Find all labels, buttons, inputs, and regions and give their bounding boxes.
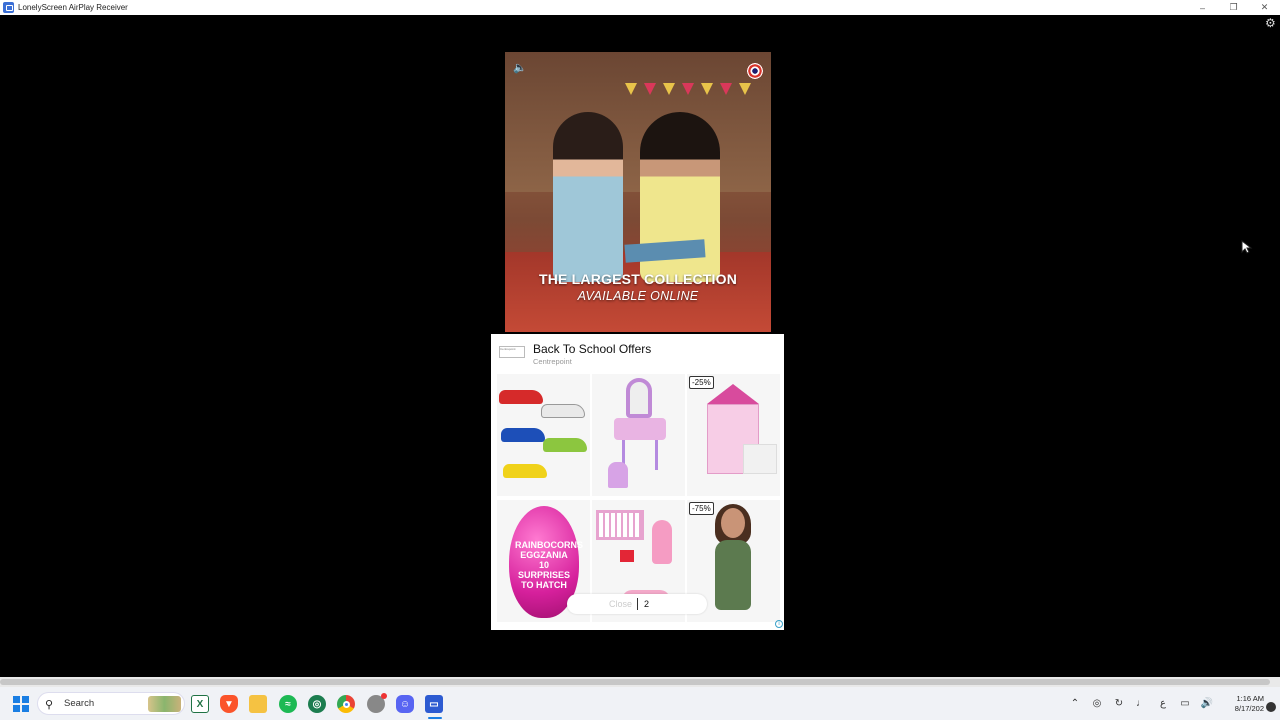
yellow-car (503, 464, 547, 478)
active-app-indicator (428, 717, 442, 719)
video-ad[interactable]: 🔈 THE LARGEST COLLECTION AVAILABLE ONLIN… (505, 52, 771, 332)
excel-icon[interactable]: X (191, 695, 209, 713)
offers-card[interactable]: Centrepoint Back To School Offers Centre… (491, 334, 784, 630)
advertiser-logo: Centrepoint (499, 346, 525, 358)
brand-badge-icon (747, 63, 763, 79)
chrome-icon[interactable] (337, 695, 355, 713)
discount-badge: -75% (689, 502, 714, 515)
swimsuit-figure (715, 540, 751, 610)
chrome-profile-icon[interactable] (367, 693, 387, 713)
file-explorer-icon[interactable] (249, 695, 267, 713)
sync-icon[interactable]: ↻ (1108, 698, 1130, 709)
model-head (721, 508, 745, 538)
search-icon: ⚲ (45, 698, 54, 711)
surprise-egg-text: RAINBOCORNS EGGZANIA 10 SURPRISES TO HAT… (515, 540, 584, 590)
taskbar: ⚲ Search X ▼ ≈ ◎ ☺ ▭ ⌃ ◎ ↻ ♩ ع ▭ 🔊 1:16 … (0, 687, 1280, 720)
video-headline: THE LARGEST COLLECTION (538, 271, 738, 287)
volume-icon[interactable]: 🔊 (1196, 698, 1218, 709)
advertiser-name: Centrepoint (533, 357, 572, 366)
taskbar-search[interactable]: ⚲ Search (37, 692, 185, 715)
doll-figure (652, 520, 672, 564)
video-background (505, 52, 771, 192)
discord-icon[interactable]: ☺ (396, 695, 414, 713)
blue-car (501, 428, 545, 442)
mouse-pointer-icon (1241, 240, 1253, 254)
network-icon[interactable]: ▭ (1174, 698, 1196, 709)
video-subheadline: AVAILABLE ONLINE (577, 289, 699, 303)
product-grid: -25% RAINBOCORNS EGGZANIA 10 SURPRISES T… (497, 374, 780, 622)
close-ad-control[interactable]: Close 2 (567, 594, 707, 614)
offers-title[interactable]: Back To School Offers (533, 342, 651, 356)
windows-start-icon[interactable] (13, 696, 29, 712)
close-separator (637, 598, 638, 610)
notification-icon[interactable] (1266, 702, 1276, 712)
vanity-stool (608, 462, 628, 488)
product-tile-dollhouse[interactable]: -25% (687, 374, 780, 496)
lonelyscreen-taskbar-icon[interactable]: ▭ (425, 695, 443, 713)
system-tray: ⌃ ◎ ↻ ♩ ع ▭ 🔊 1:16 AM 8/17/202 (1064, 687, 1280, 720)
close-countdown: 2 (644, 599, 650, 609)
clock-time: 1:16 AM (1236, 693, 1264, 703)
clock-date: 8/17/202 (1234, 703, 1264, 713)
vanity-table (614, 418, 666, 440)
discount-badge: -25% (689, 376, 714, 389)
red-car (499, 390, 543, 404)
minimize-button[interactable]: – (1187, 0, 1218, 15)
house-yard (743, 444, 777, 474)
chevron-up-icon[interactable]: ⌃ (1064, 698, 1086, 709)
product-tile-toy-cars[interactable] (497, 374, 590, 496)
camo-icon[interactable]: ◎ (308, 695, 326, 713)
window-controls: – ❐ ✕ (1187, 0, 1280, 15)
maximize-button[interactable]: ❐ (1218, 0, 1249, 15)
vanity-mirror (626, 378, 652, 418)
speaker-icon[interactable]: 🔈 (513, 61, 527, 74)
language-icon[interactable]: ع (1152, 698, 1174, 709)
window-titlebar: LonelyScreen AirPlay Receiver – ❐ ✕ (0, 0, 1280, 15)
adchoices-icon[interactable]: i (775, 620, 783, 628)
brave-icon[interactable]: ▼ (220, 695, 238, 713)
camera-icon[interactable]: ◎ (1086, 698, 1108, 709)
lonelyscreen-app-icon (3, 2, 14, 13)
bunting-decoration (625, 82, 765, 96)
clock[interactable]: 1:16 AM 8/17/202 (1218, 694, 1264, 714)
scrollbar-thumb[interactable] (0, 679, 1270, 685)
microphone-icon[interactable]: ♩ (1130, 698, 1152, 709)
search-highlight-image (148, 696, 181, 712)
doll-accessories (620, 550, 634, 562)
doll-crib (596, 510, 644, 540)
vanity-legs (622, 440, 658, 470)
girl-left-figure (553, 112, 623, 282)
gear-icon[interactable]: ⚙ (1265, 17, 1277, 29)
window-title: LonelyScreen AirPlay Receiver (18, 3, 128, 12)
close-ad-label[interactable]: Close (609, 599, 637, 609)
search-label: Search (64, 698, 95, 709)
close-button[interactable]: ✕ (1249, 0, 1280, 15)
house-roof (707, 384, 759, 404)
white-car (541, 404, 585, 418)
spotify-icon[interactable]: ≈ (279, 695, 297, 713)
horizontal-scrollbar[interactable] (0, 677, 1280, 687)
product-tile-vanity-set[interactable] (592, 374, 685, 496)
green-car (543, 438, 587, 452)
